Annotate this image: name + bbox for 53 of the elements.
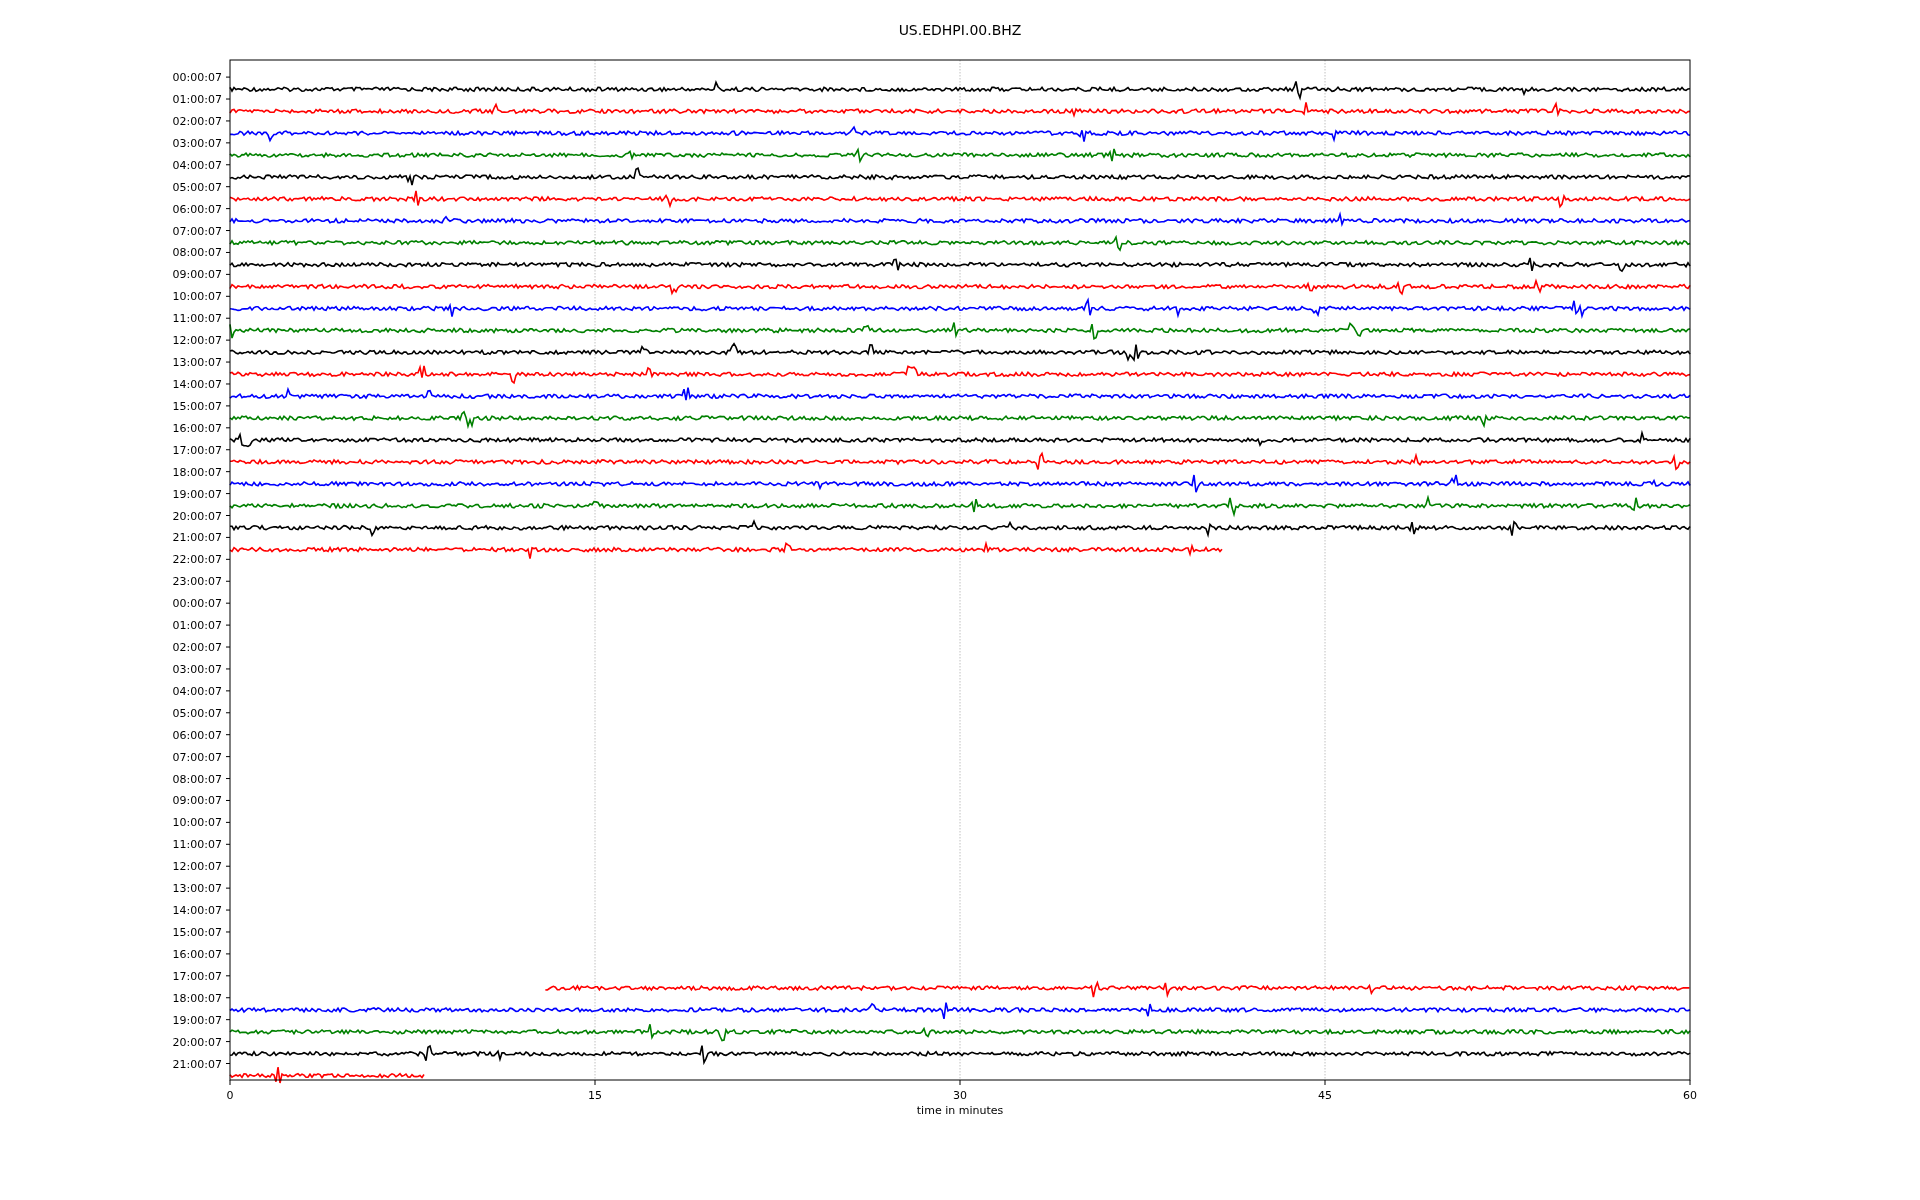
minute-label: 45 — [1318, 1089, 1332, 1102]
time-label: 08:00:07 — [172, 772, 222, 786]
time-label: 18:00:07 — [172, 465, 222, 479]
time-label: 10:00:07 — [172, 816, 222, 830]
time-label: 07:00:07 — [172, 750, 222, 764]
time-label: 22:00:07 — [172, 553, 222, 567]
time-label: 15:00:07 — [172, 399, 222, 413]
time-label: 04:00:07 — [172, 158, 222, 172]
plot-title: US.EDHPI.00.BHZ — [898, 22, 1022, 38]
time-label: 05:00:07 — [172, 706, 222, 720]
time-label: 03:00:07 — [172, 662, 222, 676]
time-label: 17:00:07 — [172, 443, 222, 457]
time-label: 16:00:07 — [172, 421, 222, 435]
time-label: 21:00:07 — [172, 1057, 222, 1071]
x-axis-title: time in minutes — [916, 1104, 1004, 1117]
time-label: 15:00:07 — [172, 926, 222, 939]
time-label: 01:00:07 — [172, 619, 222, 633]
time-label: 23:00:07 — [172, 575, 222, 589]
time-label: 10:00:07 — [172, 290, 222, 304]
time-label: 21:00:07 — [172, 531, 222, 545]
minute-label: 15 — [588, 1089, 602, 1102]
time-label: 13:00:07 — [172, 882, 222, 896]
time-label: 09:00:07 — [172, 794, 222, 808]
time-label: 03:00:07 — [172, 136, 222, 150]
time-label: 01:00:07 — [172, 93, 222, 106]
time-label: 02:00:07 — [172, 641, 222, 654]
time-label: 17:00:07 — [172, 969, 222, 983]
minute-label: 30 — [953, 1089, 967, 1102]
time-label: 05:00:07 — [172, 180, 222, 194]
time-label: 00:00:07 — [172, 71, 222, 85]
time-label: 19:00:07 — [172, 1013, 222, 1027]
time-label: 20:00:07 — [172, 1035, 222, 1049]
time-label: 19:00:07 — [172, 487, 222, 501]
time-label: 12:00:07 — [172, 860, 222, 874]
time-label: 16:00:07 — [172, 947, 222, 961]
time-label: 07:00:07 — [172, 224, 222, 238]
minute-label: 60 — [1683, 1089, 1697, 1102]
time-label: 13:00:07 — [172, 356, 222, 370]
time-label: 00:00:07 — [172, 597, 222, 611]
time-label: 02:00:07 — [172, 114, 222, 128]
time-label: 20:00:07 — [172, 509, 222, 523]
time-label: 12:00:07 — [172, 334, 222, 348]
time-label: 04:00:07 — [172, 684, 222, 698]
time-label: 09:00:07 — [172, 268, 222, 282]
time-label: 11:00:07 — [172, 838, 222, 852]
time-label: 14:00:07 — [172, 904, 222, 918]
time-label: 06:00:07 — [172, 202, 222, 216]
time-label: 08:00:07 — [172, 246, 222, 260]
minute-label: 0 — [226, 1089, 234, 1102]
time-label: 14:00:07 — [172, 378, 222, 391]
time-label: 06:00:07 — [172, 728, 222, 742]
time-label: 18:00:07 — [172, 991, 222, 1005]
time-label: 11:00:07 — [172, 312, 222, 326]
